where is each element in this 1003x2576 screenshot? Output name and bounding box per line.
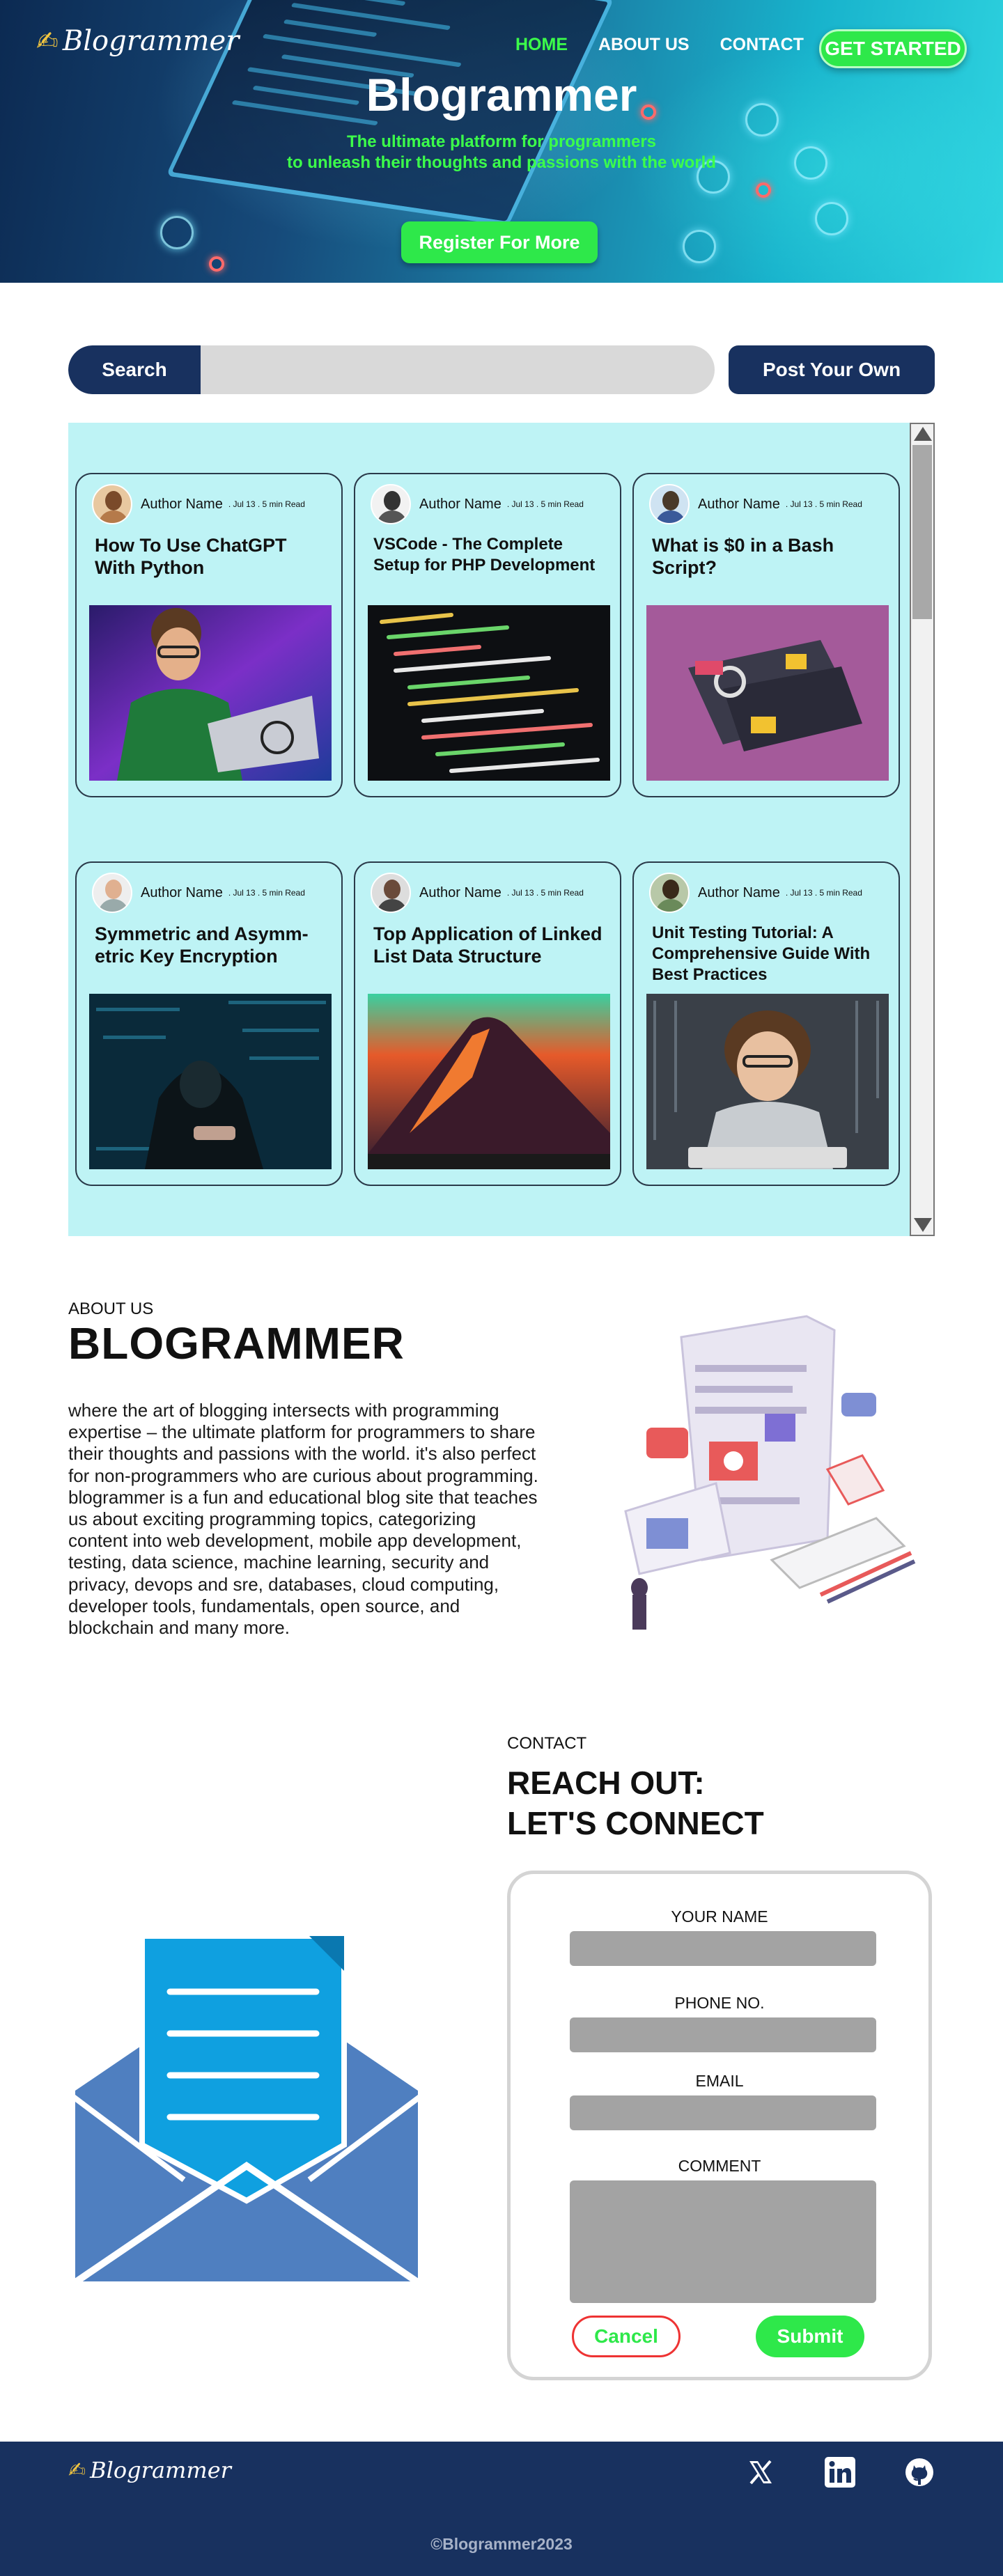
- post-image[interactable]: [646, 994, 889, 1169]
- post-date: . Jul 13 . 5 min Read: [506, 499, 584, 509]
- writing-hand-icon: ✍: [68, 2458, 86, 2483]
- feed-scrollbar[interactable]: [910, 423, 935, 1236]
- post-card[interactable]: Author Name . Jul 13 . 5 min Read How To…: [75, 473, 343, 797]
- mail-envelope-icon: [70, 1933, 423, 2288]
- author-name[interactable]: Author Name: [141, 885, 223, 901]
- post-date: . Jul 13 . 5 min Read: [506, 888, 584, 898]
- hero-title: Blogrammer: [366, 69, 637, 120]
- network-dot-icon: [756, 182, 771, 198]
- post-meta: Author Name . Jul 13 . 5 min Read: [649, 873, 862, 913]
- post-date: . Jul 13 . 5 min Read: [228, 888, 305, 898]
- site-logo[interactable]: ✍ Blogrammer: [36, 25, 239, 57]
- post-meta: Author Name . Jul 13 . 5 min Read: [649, 484, 862, 524]
- blogging-illustration: [598, 1309, 925, 1637]
- email-label: EMAIL: [695, 2072, 744, 2090]
- contact-title-line: REACH OUT:: [507, 1765, 705, 1801]
- logo-text: Blogrammer: [62, 25, 240, 57]
- comment-label: COMMENT: [678, 2157, 761, 2175]
- comment-field[interactable]: [570, 2180, 876, 2303]
- avatar: [92, 873, 132, 913]
- name-field[interactable]: [570, 1931, 876, 1966]
- post-card[interactable]: Author Name . Jul 13 . 5 min Read Symmet…: [75, 861, 343, 1186]
- author-name[interactable]: Author Name: [419, 885, 502, 901]
- post-image[interactable]: [368, 994, 610, 1169]
- post-date: . Jul 13 . 5 min Read: [785, 888, 862, 898]
- post-card[interactable]: Author Name . Jul 13 . 5 min Read Top Ap…: [354, 861, 621, 1186]
- footer-logo-text: Blogrammer: [90, 2457, 231, 2483]
- hero-subtitle: The ultimate platform for programmers: [346, 132, 657, 151]
- author-name[interactable]: Author Name: [698, 497, 780, 513]
- post-title[interactable]: Symmetric and Asymm-etric Key Encryption: [95, 923, 332, 968]
- post-image[interactable]: [368, 605, 610, 781]
- about-title: BLOGRAMMER: [68, 1318, 405, 1368]
- submit-button[interactable]: Submit: [756, 2316, 864, 2357]
- linkedin-icon[interactable]: [823, 2456, 857, 2489]
- network-dot-icon: [209, 256, 224, 272]
- author-name[interactable]: Author Name: [141, 497, 223, 513]
- search-bar: Search: [68, 345, 715, 394]
- post-card[interactable]: Author Name . Jul 13 . 5 min Read What i…: [632, 473, 900, 797]
- x-icon[interactable]: [744, 2456, 777, 2489]
- register-button[interactable]: Register For More: [401, 221, 598, 263]
- writing-hand-icon: ✍: [36, 26, 59, 56]
- post-title[interactable]: What is $0 in a Bash Script?: [652, 534, 889, 579]
- post-title[interactable]: Unit Testing Tutorial: A Comprehensive G…: [652, 923, 889, 985]
- scroll-down-icon[interactable]: [914, 1218, 932, 1232]
- scroll-thumb[interactable]: [912, 445, 932, 619]
- post-your-own-button[interactable]: Post Your Own: [729, 345, 935, 394]
- post-meta: Author Name . Jul 13 . 5 min Read: [371, 484, 584, 524]
- post-date: . Jul 13 . 5 min Read: [785, 499, 862, 509]
- nav-about-us[interactable]: ABOUT US: [598, 35, 690, 55]
- name-label: YOUR NAME: [671, 1907, 768, 1926]
- network-node-icon: [683, 230, 716, 263]
- phone-field[interactable]: [570, 2017, 876, 2052]
- main-nav: HOME ABOUT US CONTACT: [515, 35, 834, 55]
- github-icon[interactable]: [903, 2456, 936, 2489]
- post-meta: Author Name . Jul 13 . 5 min Read: [371, 873, 584, 913]
- post-image[interactable]: [89, 994, 332, 1169]
- post-image[interactable]: [646, 605, 889, 781]
- author-name[interactable]: Author Name: [419, 497, 502, 513]
- contact-title-line: LET'S CONNECT: [507, 1804, 764, 1841]
- about-label: ABOUT US: [68, 1299, 154, 1318]
- hero-subtitle: to unleash their thoughts and passions w…: [286, 153, 717, 172]
- avatar: [92, 484, 132, 524]
- posts-feed: Author Name . Jul 13 . 5 min Read How To…: [68, 423, 910, 1236]
- search-button[interactable]: Search: [68, 345, 201, 394]
- email-field[interactable]: [570, 2095, 876, 2130]
- post-title[interactable]: How To Use ChatGPT With Python: [95, 534, 332, 579]
- post-title[interactable]: Top Application of Linked List Data Stru…: [373, 923, 610, 968]
- avatar: [649, 873, 690, 913]
- nav-home[interactable]: HOME: [515, 35, 568, 55]
- contact-form: YOUR NAME PHONE NO. EMAIL COMMENT Cancel…: [507, 1871, 932, 2380]
- post-image[interactable]: [89, 605, 332, 781]
- hero-banner: ✍ Blogrammer HOME ABOUT US CONTACT GET S…: [0, 0, 1003, 283]
- avatar: [649, 484, 690, 524]
- footer: ✍ Blogrammer: [0, 2442, 1003, 2576]
- copyright-text: ©Blogrammer2023: [430, 2535, 573, 2553]
- network-node-icon: [160, 216, 194, 249]
- avatar: [371, 484, 411, 524]
- author-name[interactable]: Author Name: [698, 885, 780, 901]
- contact-title: REACH OUT: LET'S CONNECT: [507, 1763, 764, 1843]
- phone-label: PHONE NO.: [674, 1994, 765, 2012]
- network-node-icon: [815, 202, 848, 235]
- contact-label: CONTACT: [507, 1734, 587, 1753]
- cancel-button[interactable]: Cancel: [572, 2316, 681, 2357]
- search-input[interactable]: [201, 345, 715, 394]
- about-text: where the art of blogging intersects wit…: [68, 1400, 538, 1638]
- post-meta: Author Name . Jul 13 . 5 min Read: [92, 484, 305, 524]
- post-card[interactable]: Author Name . Jul 13 . 5 min Read Unit T…: [632, 861, 900, 1186]
- avatar: [371, 873, 411, 913]
- post-date: . Jul 13 . 5 min Read: [228, 499, 305, 509]
- footer-logo[interactable]: ✍ Blogrammer: [68, 2457, 231, 2483]
- post-meta: Author Name . Jul 13 . 5 min Read: [92, 873, 305, 913]
- scroll-up-icon[interactable]: [914, 427, 932, 441]
- get-started-button[interactable]: GET STARTED: [819, 29, 967, 68]
- nav-contact[interactable]: CONTACT: [720, 35, 804, 55]
- post-card[interactable]: Author Name . Jul 13 . 5 min Read VSCode…: [354, 473, 621, 797]
- post-title[interactable]: VSCode - The Complete Setup for PHP Deve…: [373, 534, 610, 576]
